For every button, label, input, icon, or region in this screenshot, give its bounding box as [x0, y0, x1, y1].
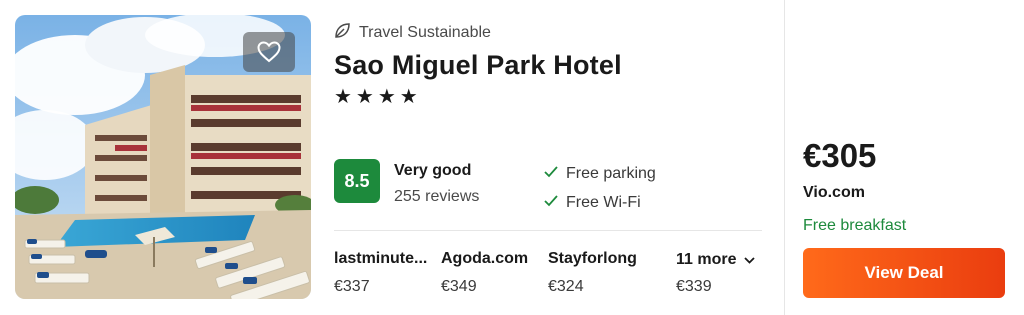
- provider-offer-agoda[interactable]: Agoda.com €349: [441, 250, 528, 296]
- rating-label: Very good: [394, 162, 472, 179]
- amenity-label: Free Wi-Fi: [566, 194, 641, 211]
- travel-sustainable-label[interactable]: Travel Sustainable: [334, 22, 491, 44]
- sustainability-text: Travel Sustainable: [359, 24, 491, 41]
- leaf-icon: [334, 22, 351, 44]
- check-icon: [544, 194, 558, 212]
- best-deal-site: Vio.com: [803, 184, 865, 201]
- provider-name: lastminute...: [334, 250, 428, 267]
- amenity-free-parking: Free parking: [544, 165, 656, 183]
- best-price: €305: [803, 137, 877, 174]
- favorite-button[interactable]: [243, 32, 295, 72]
- review-count[interactable]: 255 reviews: [394, 188, 479, 206]
- provider-price: €324: [548, 278, 584, 295]
- star-rating: ★★★★: [334, 86, 422, 108]
- provider-offer-lastminute[interactable]: lastminute... €337: [334, 250, 427, 296]
- view-deal-button[interactable]: View Deal: [803, 248, 1005, 298]
- best-deal-perk: Free breakfast: [803, 217, 907, 234]
- column-divider: [784, 0, 785, 315]
- provider-name: Agoda.com: [441, 250, 529, 267]
- divider: [334, 230, 762, 231]
- rating-score-badge[interactable]: 8.5: [334, 159, 380, 203]
- heart-icon: [257, 41, 281, 63]
- provider-offer-stayforlong[interactable]: Stayforlong €324: [548, 250, 637, 296]
- more-deals-price: €339: [676, 278, 712, 295]
- provider-price: €349: [441, 278, 477, 295]
- amenity-label: Free parking: [566, 165, 656, 182]
- provider-price: €337: [334, 278, 370, 295]
- provider-name: Stayforlong: [548, 250, 637, 267]
- check-icon: [544, 165, 558, 183]
- amenity-free-wifi: Free Wi-Fi: [544, 194, 641, 212]
- more-deals-price-wrap: ​ €339: [676, 250, 712, 296]
- hotel-photo[interactable]: [15, 15, 311, 299]
- chevron-down-icon: [744, 251, 756, 269]
- hotel-result-card[interactable]: Travel Sustainable Sao Miguel Park Hotel…: [0, 0, 1024, 315]
- hotel-name[interactable]: Sao Miguel Park Hotel: [334, 50, 622, 81]
